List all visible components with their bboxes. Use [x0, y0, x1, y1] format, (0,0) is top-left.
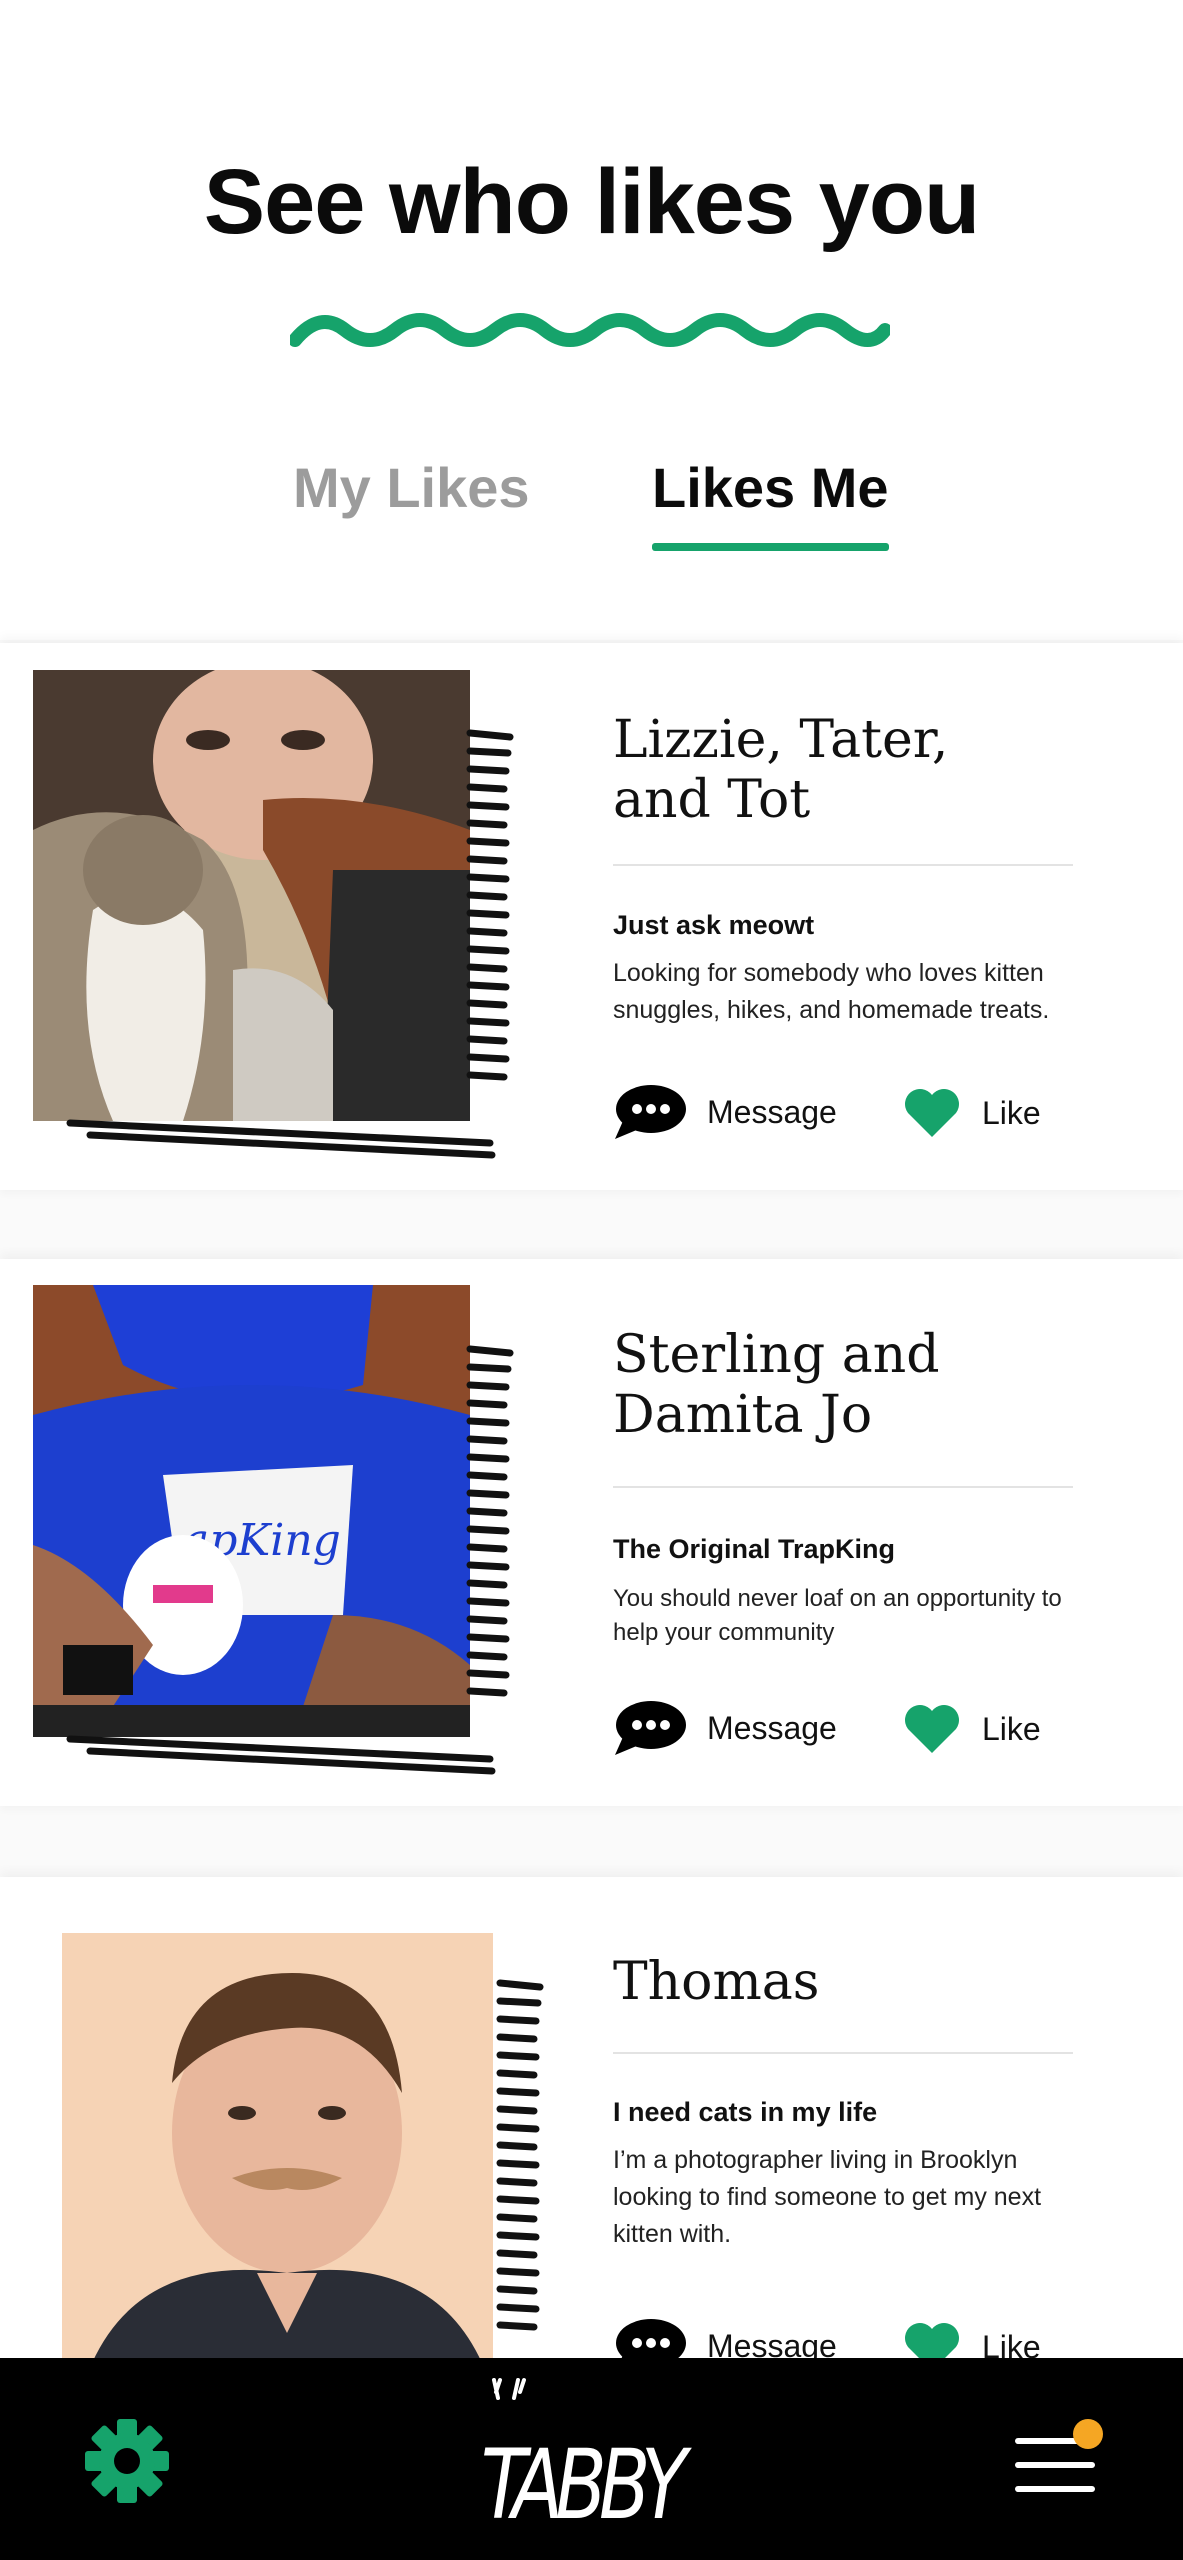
gear-icon[interactable] — [82, 2416, 172, 2506]
divider — [613, 2052, 1073, 2054]
like-button[interactable]: Like — [902, 1703, 1041, 1755]
like-button[interactable]: Like — [902, 1087, 1041, 1139]
profile-tagline: I need cats in my life — [613, 2097, 878, 2127]
message-label: Message — [707, 1093, 837, 1130]
message-button[interactable]: Message — [613, 1083, 837, 1141]
bottom-nav-bar: TABBY — [0, 2358, 1183, 2560]
message-label: Message — [707, 1709, 837, 1746]
chat-bubble-icon — [615, 1085, 686, 1139]
profile-name: Sterling and Damita Jo — [613, 1325, 940, 1445]
profile-tagline: Just ask meowt — [613, 910, 815, 940]
profile-card: Thomas I need cats in my life I’m a phot… — [0, 1877, 1183, 2397]
menu-icon[interactable] — [1010, 2418, 1130, 2508]
header: See who likes you My Likes Likes Me — [0, 0, 1183, 640]
notification-dot — [1073, 2419, 1103, 2449]
profile-name: Lizzie, Tater, and Tot — [613, 710, 949, 830]
heart-icon — [905, 1705, 959, 1753]
profile-bio: You should never loaf on an opportunity … — [613, 1585, 1062, 1646]
profile-bio: Looking for somebody who loves kitten sn… — [613, 959, 1050, 1024]
profile-bio: I’m a photographer living in Brooklyn lo… — [613, 2146, 1042, 2248]
page-title: See who likes you — [203, 151, 981, 253]
squiggle-divider — [290, 313, 890, 347]
profile-card: apKing Sterling and Damita Jo The Origin… — [0, 1259, 1183, 1806]
sketch-lines-decoration — [496, 1979, 544, 2331]
profile-card: Lizzie, Tater, and Tot Just ask meowt Lo… — [0, 643, 1183, 1190]
profile-tagline: The Original TrapKing — [613, 1534, 896, 1564]
message-button[interactable]: Message — [613, 1699, 837, 1757]
like-label: Like — [982, 1710, 1041, 1747]
tab-my-likes[interactable]: My Likes — [293, 455, 530, 520]
divider — [613, 1486, 1073, 1488]
sketch-lines-decoration — [66, 729, 514, 1159]
profile-name: Thomas — [613, 1952, 820, 2012]
chat-bubble-icon — [615, 1701, 686, 1755]
svg-text:TABBY: TABBY — [481, 2430, 693, 2542]
heart-icon — [905, 1089, 959, 1137]
tabby-logo[interactable]: TABBY — [470, 2368, 710, 2553]
like-label: Like — [982, 1094, 1041, 1131]
sketch-lines-decoration — [66, 1345, 514, 1775]
divider — [613, 864, 1073, 866]
tab-likes-me[interactable]: Likes Me — [652, 455, 889, 520]
active-tab-indicator — [652, 543, 889, 551]
